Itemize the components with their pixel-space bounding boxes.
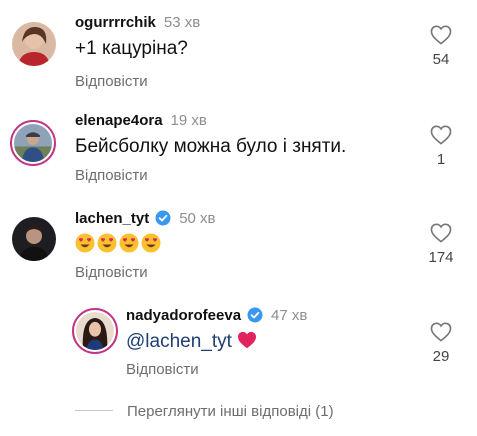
comment-emojis: [75, 233, 163, 257]
reply-button[interactable]: Відповісти: [126, 361, 199, 378]
heart-outline-icon: [430, 322, 452, 342]
verified-badge-icon: [247, 307, 263, 323]
like-count: 1: [436, 151, 446, 168]
view-more-replies-button[interactable]: Переглянути інші відповіді (1): [127, 403, 334, 420]
heart-outline-icon: [430, 223, 452, 243]
timestamp: 19 хв: [170, 112, 207, 129]
username[interactable]: lachen_tyt: [75, 210, 149, 227]
timestamp: 50 хв: [179, 210, 216, 227]
heart-eyes-emoji: [97, 233, 117, 253]
like-count: 29: [432, 348, 450, 365]
timestamp: 47 хв: [271, 307, 308, 324]
like-button[interactable]: 29: [421, 322, 461, 365]
comment-text: +1 кацуріна?: [75, 38, 188, 59]
divider-line: [75, 410, 113, 411]
woman-dark-hair-avatar[interactable]: [72, 308, 118, 354]
comment-meta: elenape4ora 19 хв: [75, 112, 207, 129]
comment-meta: nadyadorofeeva 47 хв: [126, 307, 307, 324]
username[interactable]: ogurrrrchik: [75, 14, 156, 31]
person-outdoor-avatar[interactable]: [10, 120, 56, 166]
like-button[interactable]: 174: [421, 223, 461, 266]
like-count: 174: [428, 249, 454, 266]
like-button[interactable]: 1: [421, 125, 461, 168]
man-avatar[interactable]: [12, 217, 56, 261]
comment-text: Бейсболку можна було і зняти.: [75, 136, 347, 157]
timestamp: 53 хв: [163, 14, 201, 31]
like-count: 54: [432, 51, 450, 68]
like-button[interactable]: 54: [421, 25, 461, 68]
heart-eyes-emoji: [75, 233, 95, 253]
woman-avatar[interactable]: [12, 22, 56, 66]
comment-meta: lachen_tyt 50 хв: [75, 210, 216, 227]
username[interactable]: nadyadorofeeva: [126, 307, 241, 324]
verified-badge-icon: [155, 210, 171, 226]
mention-link[interactable]: @lachen_tyt: [126, 331, 232, 352]
comment-text: @lachen_tyt: [126, 331, 259, 353]
heart-outline-icon: [430, 25, 452, 45]
reply-button[interactable]: Відповісти: [75, 73, 148, 90]
heart-outline-icon: [430, 125, 452, 145]
comment-meta: ogurrrrchik 53 хв: [75, 14, 200, 31]
username[interactable]: elenape4ora: [75, 112, 163, 129]
reply-button[interactable]: Відповісти: [75, 167, 148, 184]
red-heart-emoji: [238, 331, 257, 349]
heart-eyes-emoji: [141, 233, 161, 253]
heart-eyes-emoji: [119, 233, 139, 253]
reply-button[interactable]: Відповісти: [75, 264, 148, 281]
